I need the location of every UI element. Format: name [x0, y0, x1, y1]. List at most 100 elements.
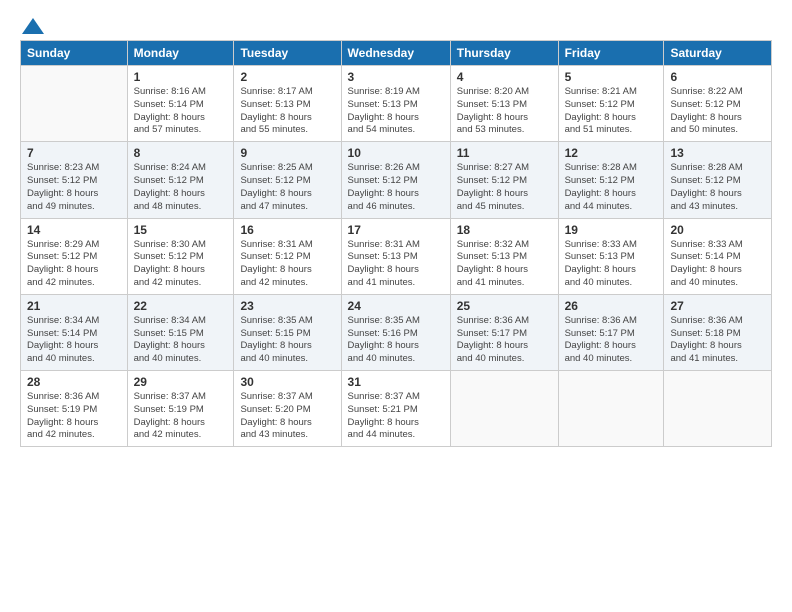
calendar-cell: 16 Sunrise: 8:31 AMSunset: 5:12 PMDayligh… [234, 218, 341, 294]
day-info: Sunrise: 8:35 AMSunset: 5:15 PMDaylight:… [240, 315, 334, 366]
day-number: 10 [348, 146, 444, 160]
calendar-cell: 26 Sunrise: 8:36 AMSunset: 5:17 PMDayligh… [558, 294, 664, 370]
calendar: SundayMondayTuesdayWednesdayThursdayFrid… [20, 40, 772, 447]
calendar-cell: 22 Sunrise: 8:34 AMSunset: 5:15 PMDayligh… [127, 294, 234, 370]
day-info: Sunrise: 8:21 AMSunset: 5:12 PMDaylight:… [565, 86, 658, 137]
day-info: Sunrise: 8:25 AMSunset: 5:12 PMDaylight:… [240, 162, 334, 213]
calendar-cell: 14 Sunrise: 8:29 AMSunset: 5:12 PMDayligh… [21, 218, 128, 294]
day-number: 7 [27, 146, 121, 160]
day-number: 25 [457, 299, 552, 313]
day-number: 6 [670, 70, 765, 84]
day-info: Sunrise: 8:37 AMSunset: 5:20 PMDaylight:… [240, 391, 334, 442]
calendar-cell [21, 66, 128, 142]
day-info: Sunrise: 8:20 AMSunset: 5:13 PMDaylight:… [457, 86, 552, 137]
calendar-cell: 28 Sunrise: 8:36 AMSunset: 5:19 PMDayligh… [21, 371, 128, 447]
calendar-cell: 15 Sunrise: 8:30 AMSunset: 5:12 PMDayligh… [127, 218, 234, 294]
day-number: 1 [134, 70, 228, 84]
calendar-cell: 5 Sunrise: 8:21 AMSunset: 5:12 PMDaylight… [558, 66, 664, 142]
day-number: 24 [348, 299, 444, 313]
weekday-header: Sunday [21, 41, 128, 66]
calendar-cell: 4 Sunrise: 8:20 AMSunset: 5:13 PMDaylight… [450, 66, 558, 142]
day-number: 9 [240, 146, 334, 160]
calendar-cell: 19 Sunrise: 8:33 AMSunset: 5:13 PMDayligh… [558, 218, 664, 294]
day-info: Sunrise: 8:28 AMSunset: 5:12 PMDaylight:… [565, 162, 658, 213]
day-info: Sunrise: 8:33 AMSunset: 5:13 PMDaylight:… [565, 239, 658, 290]
calendar-cell: 30 Sunrise: 8:37 AMSunset: 5:20 PMDayligh… [234, 371, 341, 447]
calendar-cell: 21 Sunrise: 8:34 AMSunset: 5:14 PMDayligh… [21, 294, 128, 370]
logo [20, 18, 44, 30]
day-info: Sunrise: 8:22 AMSunset: 5:12 PMDaylight:… [670, 86, 765, 137]
day-number: 30 [240, 375, 334, 389]
day-number: 20 [670, 223, 765, 237]
weekday-header: Saturday [664, 41, 772, 66]
calendar-cell: 24 Sunrise: 8:35 AMSunset: 5:16 PMDayligh… [341, 294, 450, 370]
day-info: Sunrise: 8:30 AMSunset: 5:12 PMDaylight:… [134, 239, 228, 290]
day-number: 16 [240, 223, 334, 237]
weekday-header: Monday [127, 41, 234, 66]
calendar-cell: 18 Sunrise: 8:32 AMSunset: 5:13 PMDayligh… [450, 218, 558, 294]
day-number: 3 [348, 70, 444, 84]
day-info: Sunrise: 8:33 AMSunset: 5:14 PMDaylight:… [670, 239, 765, 290]
header [20, 18, 772, 30]
day-info: Sunrise: 8:31 AMSunset: 5:12 PMDaylight:… [240, 239, 334, 290]
day-number: 11 [457, 146, 552, 160]
calendar-cell: 17 Sunrise: 8:31 AMSunset: 5:13 PMDayligh… [341, 218, 450, 294]
weekday-header: Thursday [450, 41, 558, 66]
day-info: Sunrise: 8:31 AMSunset: 5:13 PMDaylight:… [348, 239, 444, 290]
day-info: Sunrise: 8:36 AMSunset: 5:19 PMDaylight:… [27, 391, 121, 442]
page: SundayMondayTuesdayWednesdayThursdayFrid… [0, 0, 792, 612]
day-info: Sunrise: 8:29 AMSunset: 5:12 PMDaylight:… [27, 239, 121, 290]
day-info: Sunrise: 8:23 AMSunset: 5:12 PMDaylight:… [27, 162, 121, 213]
day-info: Sunrise: 8:36 AMSunset: 5:17 PMDaylight:… [457, 315, 552, 366]
calendar-cell: 10 Sunrise: 8:26 AMSunset: 5:12 PMDayligh… [341, 142, 450, 218]
day-number: 28 [27, 375, 121, 389]
day-number: 23 [240, 299, 334, 313]
calendar-cell: 8Sunrise: 8:24 AMSunset: 5:12 PMDaylight… [127, 142, 234, 218]
day-number: 8 [134, 146, 228, 160]
day-number: 21 [27, 299, 121, 313]
weekday-header: Wednesday [341, 41, 450, 66]
logo-icon [22, 18, 44, 34]
calendar-cell: 29Sunrise: 8:37 AMSunset: 5:19 PMDayligh… [127, 371, 234, 447]
calendar-cell: 31Sunrise: 8:37 AMSunset: 5:21 PMDayligh… [341, 371, 450, 447]
calendar-cell: 2 Sunrise: 8:17 AMSunset: 5:13 PMDaylight… [234, 66, 341, 142]
day-number: 26 [565, 299, 658, 313]
calendar-cell: 7 Sunrise: 8:23 AMSunset: 5:12 PMDaylight… [21, 142, 128, 218]
calendar-cell: 13Sunrise: 8:28 AMSunset: 5:12 PMDayligh… [664, 142, 772, 218]
calendar-cell [450, 371, 558, 447]
day-number: 27 [670, 299, 765, 313]
day-number: 18 [457, 223, 552, 237]
day-number: 19 [565, 223, 658, 237]
calendar-cell: 27 Sunrise: 8:36 AMSunset: 5:18 PMDayligh… [664, 294, 772, 370]
day-info: Sunrise: 8:19 AMSunset: 5:13 PMDaylight:… [348, 86, 444, 137]
day-info: Sunrise: 8:34 AMSunset: 5:14 PMDaylight:… [27, 315, 121, 366]
day-info: Sunrise: 8:16 AMSunset: 5:14 PMDaylight:… [134, 86, 228, 137]
day-number: 12 [565, 146, 658, 160]
day-number: 2 [240, 70, 334, 84]
day-number: 13 [670, 146, 765, 160]
day-info: Sunrise: 8:32 AMSunset: 5:13 PMDaylight:… [457, 239, 552, 290]
calendar-cell: 12 Sunrise: 8:28 AMSunset: 5:12 PMDayligh… [558, 142, 664, 218]
day-number: 4 [457, 70, 552, 84]
day-info: Sunrise: 8:36 AMSunset: 5:17 PMDaylight:… [565, 315, 658, 366]
day-number: 17 [348, 223, 444, 237]
day-info: Sunrise: 8:35 AMSunset: 5:16 PMDaylight:… [348, 315, 444, 366]
day-info: Sunrise: 8:27 AMSunset: 5:12 PMDaylight:… [457, 162, 552, 213]
calendar-cell: 9 Sunrise: 8:25 AMSunset: 5:12 PMDaylight… [234, 142, 341, 218]
day-number: 22 [134, 299, 228, 313]
day-number: 15 [134, 223, 228, 237]
day-info: Sunrise: 8:36 AMSunset: 5:18 PMDaylight:… [670, 315, 765, 366]
day-info: Sunrise: 8:17 AMSunset: 5:13 PMDaylight:… [240, 86, 334, 137]
calendar-cell: 11 Sunrise: 8:27 AMSunset: 5:12 PMDayligh… [450, 142, 558, 218]
day-info: Sunrise: 8:26 AMSunset: 5:12 PMDaylight:… [348, 162, 444, 213]
calendar-cell: 23 Sunrise: 8:35 AMSunset: 5:15 PMDayligh… [234, 294, 341, 370]
weekday-header: Tuesday [234, 41, 341, 66]
day-info: Sunrise: 8:37 AMSunset: 5:21 PMDaylight:… [348, 391, 444, 442]
calendar-cell: 1 Sunrise: 8:16 AMSunset: 5:14 PMDaylight… [127, 66, 234, 142]
calendar-cell: 20 Sunrise: 8:33 AMSunset: 5:14 PMDayligh… [664, 218, 772, 294]
calendar-cell: 3 Sunrise: 8:19 AMSunset: 5:13 PMDaylight… [341, 66, 450, 142]
day-info: Sunrise: 8:34 AMSunset: 5:15 PMDaylight:… [134, 315, 228, 366]
day-number: 29 [134, 375, 228, 389]
day-number: 5 [565, 70, 658, 84]
day-number: 14 [27, 223, 121, 237]
